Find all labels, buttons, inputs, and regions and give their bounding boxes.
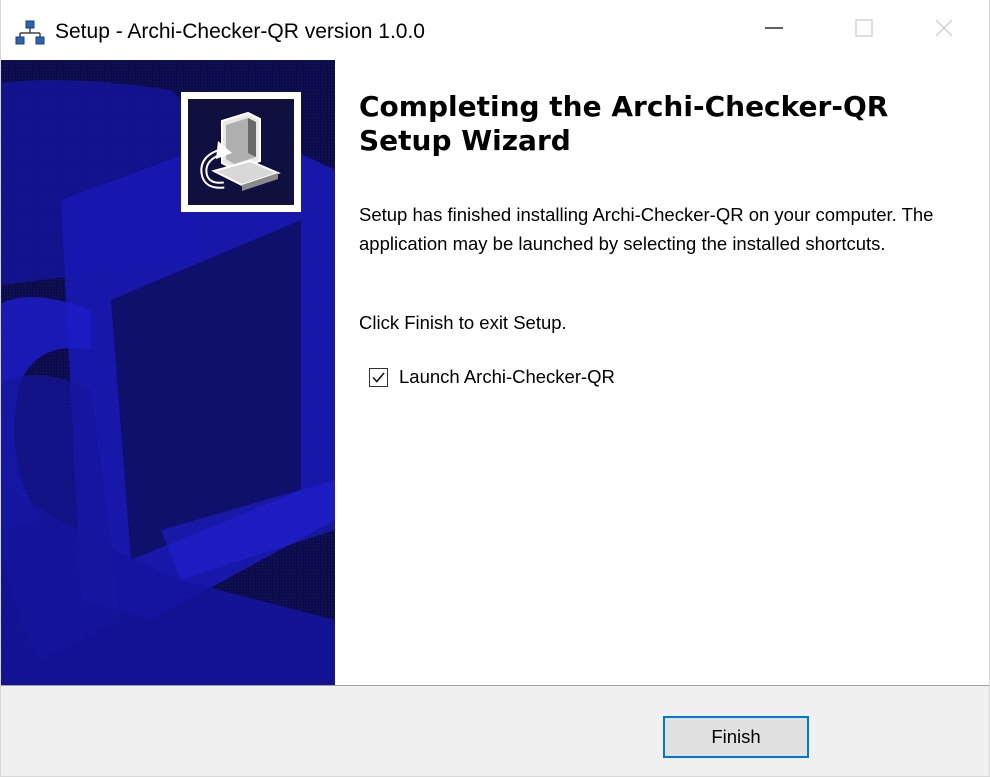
close-button (899, 0, 989, 60)
page-title: Completing the Archi-Checker-QR Setup Wi… (359, 90, 889, 157)
finish-button[interactable]: Finish (663, 716, 809, 758)
minimize-button[interactable] (729, 0, 819, 60)
close-icon (934, 18, 954, 43)
wizard-content: Completing the Archi-Checker-QR Setup Wi… (335, 60, 989, 685)
launch-app-checkbox[interactable] (369, 367, 388, 387)
maximize-button (819, 0, 909, 60)
maximize-icon (854, 18, 874, 43)
minimize-icon (764, 18, 784, 43)
title-bar[interactable]: Setup - Archi-Checker-QR version 1.0.0 (1, 0, 989, 60)
checkmark-icon (372, 371, 385, 383)
setup-window: Setup - Archi-Checker-QR version 1.0.0 C… (0, 0, 990, 777)
wizard-banner-image (1, 60, 335, 685)
setup-app-icon (15, 20, 45, 46)
launch-app-checkbox-label: Launch Archi-Checker-QR (399, 366, 615, 387)
setup-computer-icon (181, 92, 301, 212)
button-panel: Finish (1, 686, 989, 776)
launch-app-checkbox-row[interactable]: Launch Archi-Checker-QR (369, 362, 615, 392)
completion-message: Setup has finished installing Archi-Chec… (359, 204, 934, 254)
exit-instruction: Click Finish to exit Setup. (359, 312, 567, 333)
window-title: Setup - Archi-Checker-QR version 1.0.0 (55, 20, 425, 43)
